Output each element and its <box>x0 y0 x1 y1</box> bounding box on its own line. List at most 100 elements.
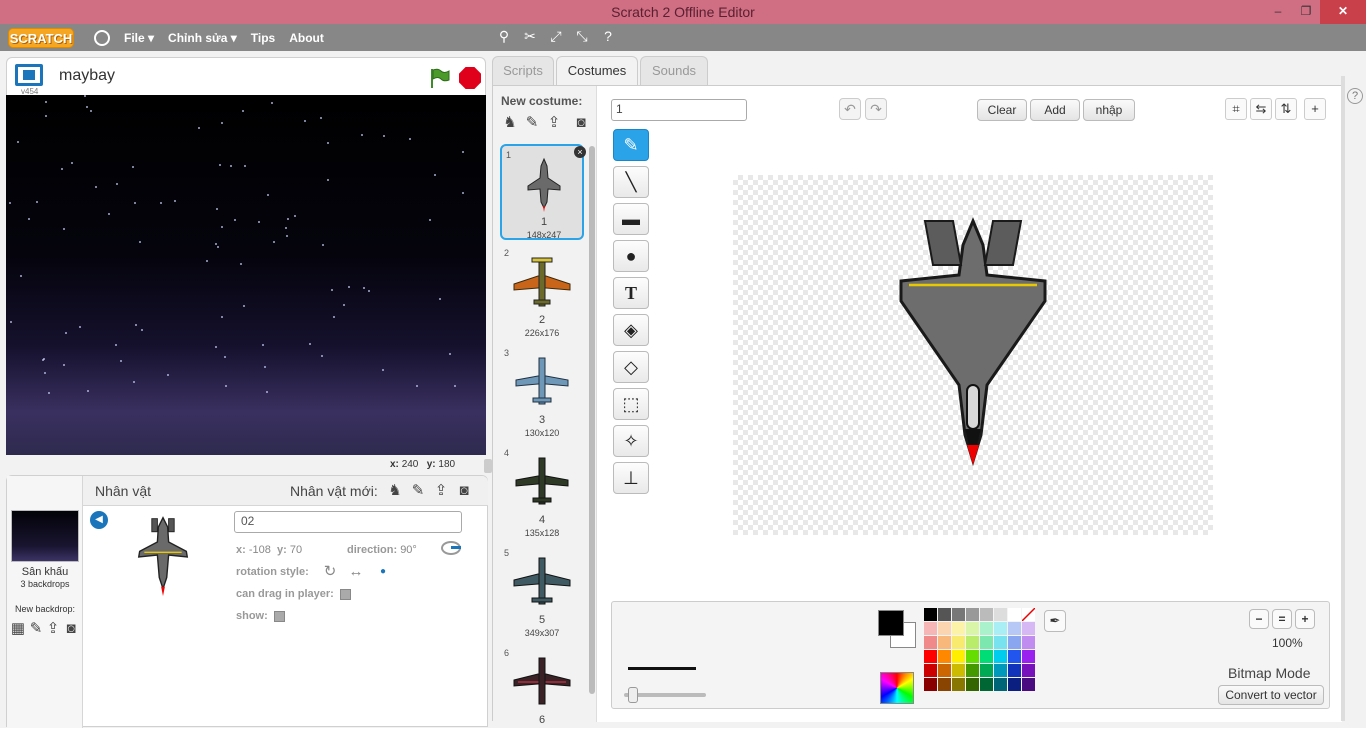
color-swatch[interactable] <box>1008 608 1021 621</box>
color-swatch[interactable] <box>924 622 937 635</box>
upload-sprite-icon[interactable]: ⇪ <box>432 482 450 500</box>
color-swatch[interactable] <box>952 678 965 691</box>
color-swatch[interactable] <box>1022 636 1035 649</box>
sprite-name-input[interactable]: 02 <box>234 511 462 533</box>
costume-item[interactable]: 4 4 135x128 <box>500 444 584 540</box>
stamp-tool-icon[interactable]: ⊥ <box>613 462 649 494</box>
color-swatch[interactable] <box>1008 664 1021 677</box>
text-tool-icon[interactable]: T <box>613 277 649 309</box>
color-swatch[interactable] <box>966 622 979 635</box>
color-swatch[interactable] <box>994 622 1007 635</box>
grow-icon[interactable]: ⤢ <box>548 28 564 44</box>
tab-scripts[interactable]: Scripts <box>492 56 554 85</box>
camera-costume-icon[interactable]: ◙ <box>572 114 590 132</box>
color-swatch[interactable] <box>966 636 979 649</box>
color-swatch[interactable] <box>994 678 1007 691</box>
stage-thumbnail[interactable] <box>11 510 79 562</box>
costume-item[interactable]: 6 6 <box>500 644 584 740</box>
clear-button[interactable]: Clear <box>977 99 1027 121</box>
color-swatch[interactable] <box>1008 636 1021 649</box>
stage-canvas[interactable] <box>6 95 486 455</box>
rotate-all-around-icon[interactable]: ↻ <box>321 563 339 581</box>
select-tool-icon[interactable]: ⬚ <box>613 388 649 420</box>
stop-sign-icon[interactable] <box>459 67 481 89</box>
stage-collapse-handle[interactable] <box>484 459 492 473</box>
tab-costumes[interactable]: Costumes <box>556 56 638 86</box>
help-question-icon[interactable]: ? <box>600 28 616 44</box>
color-swatch[interactable] <box>938 622 951 635</box>
color-swatch[interactable] <box>924 678 937 691</box>
color-swatch[interactable] <box>924 636 937 649</box>
line-tool-icon[interactable]: ╲ <box>613 166 649 198</box>
costume-library-icon[interactable]: ♞ <box>501 114 519 132</box>
zoom-in-icon[interactable]: + <box>1295 609 1315 629</box>
costume-item[interactable]: 1 × 1 148x247 <box>500 144 586 240</box>
convert-to-vector-button[interactable]: Convert to vector <box>1218 685 1324 705</box>
scratch-logo[interactable]: SCRATCH <box>8 27 74 48</box>
color-swatch[interactable] <box>994 608 1007 621</box>
shrink-icon[interactable]: ⤡ <box>574 28 590 44</box>
color-swatch[interactable] <box>938 664 951 677</box>
menu-edit[interactable]: Chỉnh sửa ▾ <box>168 31 237 45</box>
duplicate-stamp-icon[interactable]: ⚲ <box>496 28 512 44</box>
primary-color-swatch[interactable] <box>878 610 904 636</box>
color-swatch[interactable] <box>938 608 951 621</box>
zoom-out-icon[interactable]: − <box>1249 609 1269 629</box>
show-checkbox[interactable] <box>273 610 285 622</box>
brush-size-slider[interactable] <box>624 687 706 703</box>
dont-rotate-icon[interactable]: ● <box>374 563 392 581</box>
color-picker-icon[interactable] <box>880 672 914 704</box>
costume-item[interactable]: 3 3 130x120 <box>500 344 584 440</box>
costume-name-input[interactable]: 1 <box>611 99 747 121</box>
color-swatch[interactable] <box>952 636 965 649</box>
set-center-icon[interactable]: + <box>1304 98 1326 120</box>
color-swatch[interactable] <box>938 678 951 691</box>
color-swatch[interactable] <box>966 608 979 621</box>
can-drag-checkbox[interactable] <box>339 588 351 600</box>
color-swatch[interactable] <box>952 650 965 663</box>
flip-vertical-icon[interactable]: ⇅ <box>1275 98 1297 120</box>
brush-tool-icon[interactable]: ✎ <box>613 129 649 161</box>
paint-costume-icon[interactable]: ✎ <box>523 114 541 132</box>
color-swatch[interactable] <box>980 664 993 677</box>
rectangle-tool-icon[interactable]: ▬ <box>613 203 649 235</box>
color-swatch[interactable] <box>994 636 1007 649</box>
project-name[interactable]: maybay <box>59 67 115 85</box>
close-button[interactable]: ✕ <box>1320 0 1366 24</box>
maximize-button[interactable]: ❐ <box>1292 0 1320 24</box>
color-swatch[interactable] <box>924 608 937 621</box>
color-swatch[interactable] <box>966 664 979 677</box>
color-swatch[interactable] <box>980 678 993 691</box>
upload-costume-icon[interactable]: ⇪ <box>545 114 563 132</box>
color-swatch[interactable] <box>1008 650 1021 663</box>
color-swatch[interactable] <box>938 636 951 649</box>
green-flag-icon[interactable] <box>428 67 450 89</box>
ellipse-tool-icon[interactable]: ● <box>613 240 649 272</box>
color-swatch[interactable] <box>980 608 993 621</box>
color-swatch[interactable] <box>1022 608 1035 621</box>
menu-file[interactable]: File ▾ <box>124 31 154 45</box>
color-swatch[interactable] <box>966 678 979 691</box>
magic-wand-icon[interactable]: ✧ <box>613 425 649 457</box>
direction-dial[interactable] <box>441 541 461 555</box>
add-button[interactable]: Add <box>1030 99 1080 121</box>
color-swatch[interactable] <box>952 608 965 621</box>
sprite-library-icon[interactable]: ♞ <box>386 482 404 500</box>
color-swatch[interactable] <box>952 664 965 677</box>
color-swatch[interactable] <box>952 622 965 635</box>
menu-tips[interactable]: Tips <box>251 31 275 45</box>
eyedropper-icon[interactable]: ✒ <box>1044 610 1066 632</box>
color-swatch[interactable] <box>924 650 937 663</box>
camera-backdrop-icon[interactable]: ◙ <box>62 620 80 638</box>
paint-sprite-icon[interactable]: ✎ <box>409 482 427 500</box>
color-swatch[interactable] <box>966 650 979 663</box>
paint-canvas[interactable] <box>733 175 1213 535</box>
paint-backdrop-icon[interactable]: ✎ <box>27 620 45 638</box>
color-swatch[interactable] <box>1022 622 1035 635</box>
language-globe-icon[interactable] <box>94 29 110 46</box>
costume-item[interactable]: 2 2 226x176 <box>500 244 584 340</box>
right-scrollbar[interactable] <box>1341 76 1345 721</box>
crop-icon[interactable]: ⌗ <box>1225 98 1247 120</box>
camera-sprite-icon[interactable]: ◙ <box>455 482 473 500</box>
tab-sounds[interactable]: Sounds <box>640 56 708 85</box>
